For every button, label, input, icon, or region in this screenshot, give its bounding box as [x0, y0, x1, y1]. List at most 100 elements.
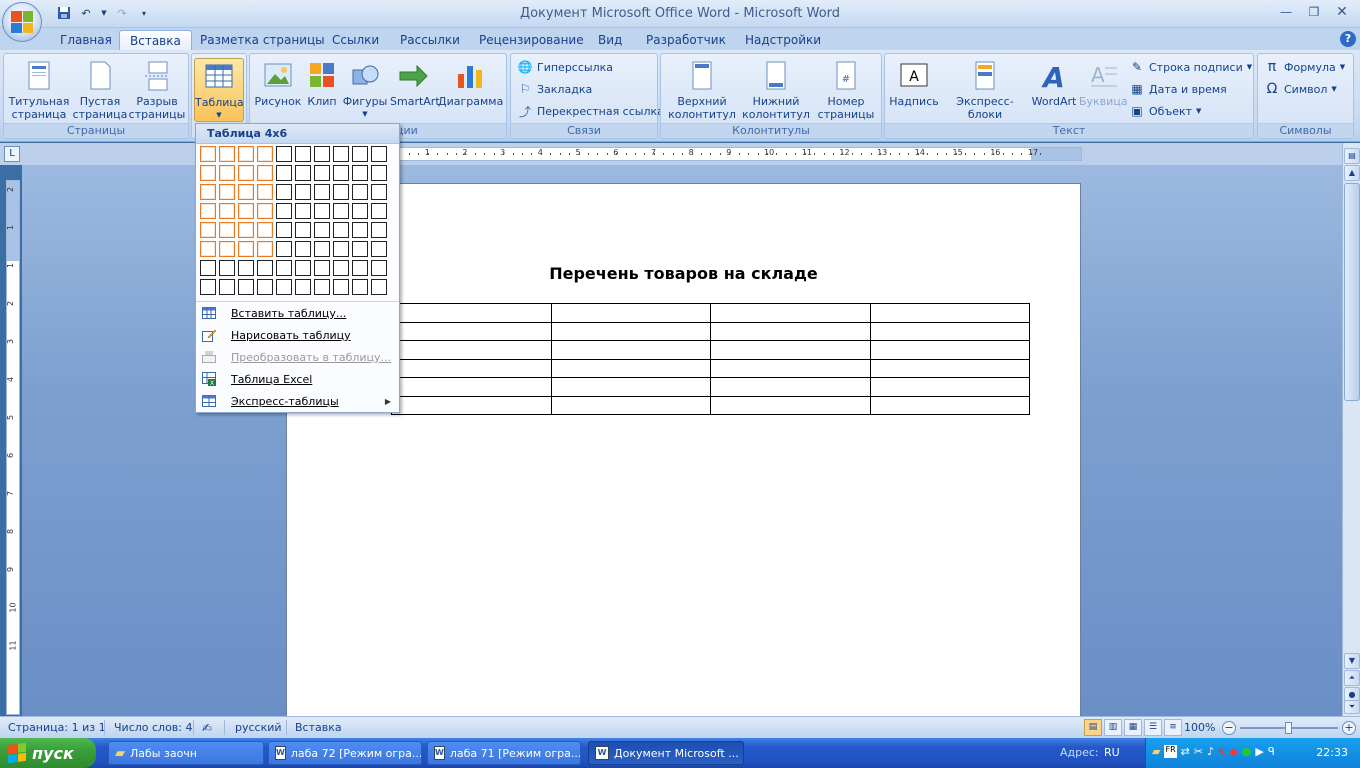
textbox-button[interactable]: A Надпись [889, 58, 939, 122]
zoom-slider-thumb[interactable] [1285, 722, 1292, 734]
table-cell[interactable] [391, 340, 552, 360]
datetime-button[interactable]: ▦ Дата и время [1129, 79, 1226, 99]
table-cell[interactable] [391, 395, 552, 415]
grid-cell[interactable] [219, 146, 235, 162]
table-cell[interactable] [391, 377, 552, 397]
table-cell[interactable] [710, 395, 871, 415]
table-grid-picker[interactable] [200, 146, 387, 295]
grid-cell[interactable] [314, 241, 330, 257]
grid-cell[interactable] [219, 165, 235, 181]
grid-cell[interactable] [371, 165, 387, 181]
grid-cell[interactable] [200, 203, 216, 219]
signature-line-button[interactable]: ✎ Строка подписи ▼ [1129, 57, 1252, 77]
grid-cell[interactable] [295, 241, 311, 257]
grid-cell[interactable] [295, 146, 311, 162]
grid-cell[interactable] [314, 184, 330, 200]
picture-button[interactable]: Рисунок [254, 58, 302, 122]
tray-folder-icon[interactable]: ▰ [1152, 745, 1160, 758]
tray-app-icon[interactable]: FR [1164, 745, 1177, 758]
table-cell[interactable] [391, 321, 552, 341]
grid-cell[interactable] [352, 146, 368, 162]
grid-cell[interactable] [295, 222, 311, 238]
table-cell[interactable] [550, 340, 711, 360]
grid-cell[interactable] [371, 146, 387, 162]
vertical-ruler[interactable]: 2 1 1 2 3 4 5 6 7 8 9 10 11 [6, 180, 20, 715]
taskbar-item-document[interactable]: W Документ Microsoft ... [588, 741, 744, 765]
table-cell[interactable] [391, 303, 552, 323]
grid-cell[interactable] [257, 203, 273, 219]
word-count[interactable]: Число слов: 4 [114, 721, 193, 734]
grid-cell[interactable] [257, 222, 273, 238]
grid-cell[interactable] [238, 222, 254, 238]
zoom-out-button[interactable]: − [1222, 721, 1236, 735]
table-cell[interactable] [550, 303, 711, 323]
grid-cell[interactable] [238, 165, 254, 181]
grid-cell[interactable] [200, 222, 216, 238]
help-icon[interactable]: ? [1340, 31, 1356, 47]
table-cell[interactable] [710, 377, 871, 397]
hyperlink-button[interactable]: 🌐 Гиперссылка [517, 57, 613, 77]
grid-cell[interactable] [333, 222, 349, 238]
scrollbar-thumb[interactable] [1344, 183, 1360, 401]
grid-cell[interactable] [352, 222, 368, 238]
tab-view[interactable]: Вид [588, 30, 632, 51]
tab-review[interactable]: Рецензирование [469, 30, 594, 51]
spellcheck-icon[interactable]: ✍ [202, 721, 212, 735]
tray-status-icon[interactable]: ● [1242, 745, 1252, 758]
chart-button[interactable]: Диаграмма [438, 58, 503, 122]
table-cell[interactable] [869, 377, 1030, 397]
close-button[interactable]: ✕ [1330, 3, 1354, 21]
grid-cell[interactable] [314, 146, 330, 162]
header-button[interactable]: Верхний колонтитул [665, 58, 739, 122]
grid-cell[interactable] [238, 146, 254, 162]
tray-shield-icon[interactable]: ◆ [1229, 745, 1237, 758]
grid-cell[interactable] [333, 203, 349, 219]
zoom-level[interactable]: 100% [1184, 721, 1215, 734]
grid-cell[interactable] [295, 165, 311, 181]
grid-cell[interactable] [219, 241, 235, 257]
grid-cell[interactable] [200, 241, 216, 257]
draft-icon[interactable]: ≡ [1164, 719, 1182, 736]
object-button[interactable]: ▣ Объект ▼ [1129, 101, 1201, 121]
page-number-button[interactable]: # Номер страницы [813, 58, 879, 122]
grid-cell[interactable] [371, 279, 387, 295]
tray-media-icon[interactable]: ▶ [1255, 745, 1263, 758]
language-indicator[interactable]: русский [235, 721, 282, 734]
tab-page-layout[interactable]: Разметка страницы [190, 30, 335, 51]
grid-cell[interactable] [314, 165, 330, 181]
print-layout-icon[interactable]: ▤ [1084, 719, 1102, 736]
grid-cell[interactable] [352, 203, 368, 219]
zoom-in-button[interactable]: + [1342, 721, 1356, 735]
table-cell[interactable] [710, 303, 871, 323]
quick-parts-button[interactable]: Экспресс-блоки [941, 58, 1029, 122]
tab-home[interactable]: Главная [50, 30, 122, 51]
table-cell[interactable] [869, 321, 1030, 341]
grid-cell[interactable] [238, 279, 254, 295]
grid-cell[interactable] [333, 260, 349, 276]
table-cell[interactable] [869, 340, 1030, 360]
title-page-button[interactable]: Титульная страница [7, 58, 71, 122]
grid-cell[interactable] [371, 184, 387, 200]
grid-cell[interactable] [257, 260, 273, 276]
start-button[interactable]: пуск [0, 738, 96, 768]
table-cell[interactable] [869, 395, 1030, 415]
page-count[interactable]: Страница: 1 из 1 [8, 721, 106, 734]
horizontal-ruler[interactable]: 1234567891011121314151617 [286, 147, 1082, 161]
tray-volume-icon[interactable]: ♪ [1207, 745, 1214, 758]
tab-addins[interactable]: Надстройки [735, 30, 831, 51]
shapes-button[interactable]: Фигуры ▼ [342, 58, 388, 122]
dropcap-button[interactable]: A Буквица [1079, 58, 1128, 122]
menu-insert-table[interactable]: Вставить таблицу... [196, 302, 399, 324]
grid-cell[interactable] [219, 260, 235, 276]
grid-cell[interactable] [238, 260, 254, 276]
menu-excel-table[interactable]: X Таблица Excel [196, 368, 399, 390]
grid-cell[interactable] [276, 241, 292, 257]
zoom-slider[interactable] [1240, 722, 1338, 734]
grid-cell[interactable] [257, 146, 273, 162]
grid-cell[interactable] [371, 260, 387, 276]
smartart-button[interactable]: SmartArt [390, 58, 440, 122]
grid-cell[interactable] [371, 241, 387, 257]
menu-draw-table[interactable]: Нарисовать таблицу [196, 324, 399, 346]
grid-cell[interactable] [200, 260, 216, 276]
grid-cell[interactable] [352, 184, 368, 200]
